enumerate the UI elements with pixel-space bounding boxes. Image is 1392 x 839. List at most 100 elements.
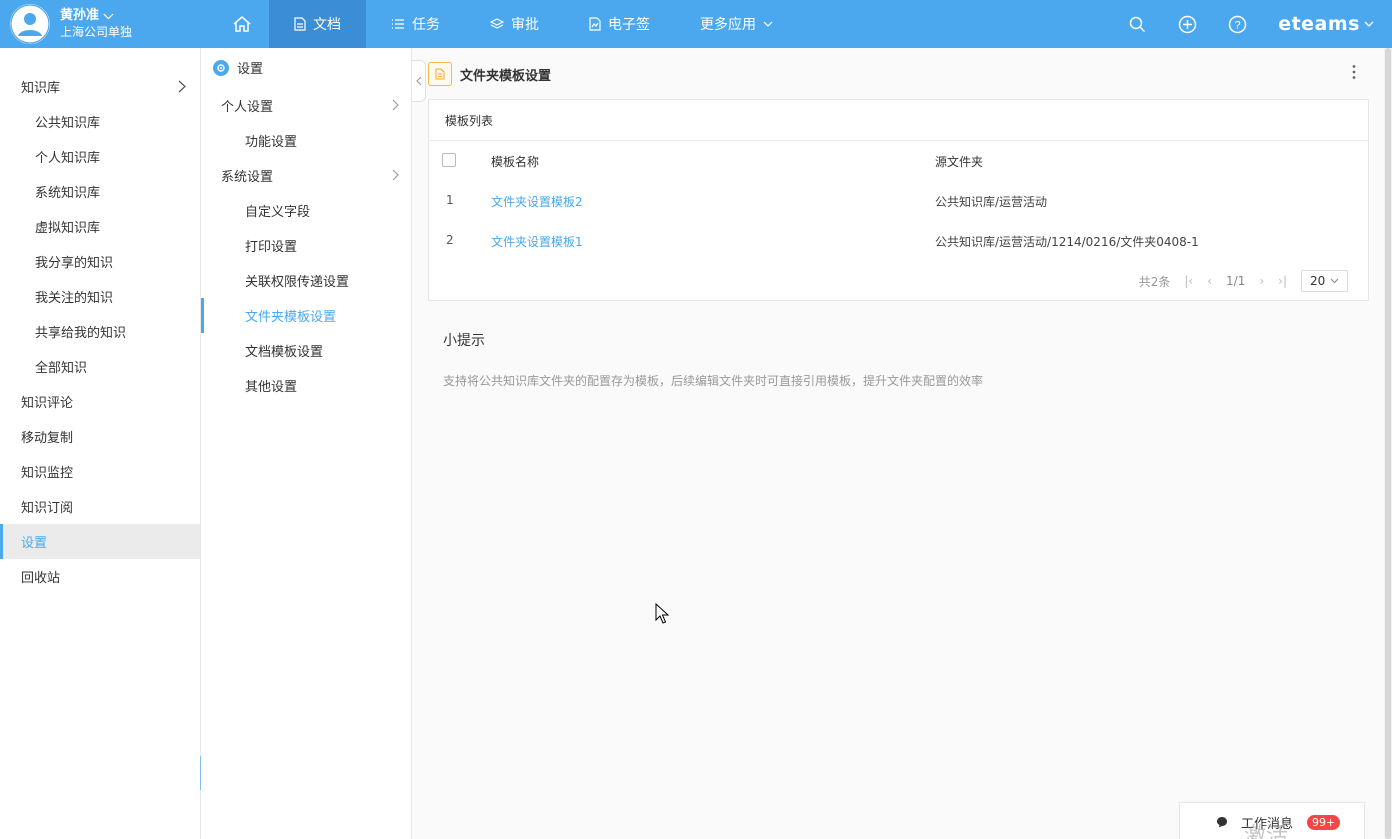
sidebar-item-label: 共享给我的知识	[35, 326, 127, 341]
chevron-right-icon: ›	[1259, 274, 1265, 288]
settings-item-label: 系统设置	[221, 170, 274, 185]
prev-page-button[interactable]: ‹	[1207, 274, 1212, 288]
settings-item-other[interactable]: 其他设置	[201, 368, 411, 403]
settings-collapse-button[interactable]	[412, 60, 426, 102]
brand-menu[interactable]: eteams	[1262, 13, 1392, 35]
mouse-cursor-icon	[655, 603, 669, 624]
sidebar-item-label: 知识评论	[21, 396, 74, 411]
nav-approval-label: 审批	[511, 17, 539, 33]
settings-item-function[interactable]: 功能设置	[201, 123, 411, 158]
add-button[interactable]	[1162, 0, 1212, 48]
sidebar-item-label: 系统知识库	[35, 186, 101, 201]
last-page-button[interactable]: ›|	[1278, 274, 1287, 288]
chevron-down-icon	[1330, 278, 1339, 284]
settings-item-label: 功能设置	[245, 135, 298, 150]
first-page-button[interactable]: |‹	[1184, 274, 1193, 288]
sidebar-item-label: 知识订阅	[21, 501, 74, 516]
settings-item-label: 打印设置	[245, 240, 298, 255]
sidebar-item-settings[interactable]: 设置	[0, 524, 200, 559]
select-all-checkbox[interactable]	[442, 153, 456, 167]
page-size-value: 20	[1310, 274, 1326, 288]
settings-item-label: 其他设置	[245, 380, 298, 395]
sidebar-item-label: 知识库	[21, 81, 61, 96]
sidebar-item-subscribe[interactable]: 知识订阅	[0, 489, 200, 524]
nav-esign[interactable]: 电子签	[564, 0, 675, 48]
user-menu[interactable]: 黄孙准 ⌵ 上海公司单独	[10, 4, 132, 44]
settings-group-personal[interactable]: 个人设置	[201, 88, 411, 123]
next-page-button[interactable]: ›	[1259, 274, 1264, 288]
sidebar-item-move-copy[interactable]: 移动复制	[0, 419, 200, 454]
nav-tasks-label: 任务	[412, 17, 440, 33]
home-icon	[233, 16, 251, 32]
chevron-left-icon	[415, 76, 421, 86]
layers-icon	[490, 18, 504, 29]
avatar[interactable]	[10, 4, 50, 44]
sidebar-item-personal-kb[interactable]: 个人知识库	[0, 139, 200, 174]
sidebar-item-system-kb[interactable]: 系统知识库	[0, 174, 200, 209]
svg-text:?: ?	[1234, 19, 1240, 31]
tips-title: 小提示	[443, 333, 485, 349]
top-bar: 黄孙准 ⌵ 上海公司单独 文档 任务 审批 电子签 更多应用 ? eteams	[0, 0, 1392, 48]
main-nav: 文档 任务 审批 电子签 更多应用	[220, 0, 798, 48]
chevron-right-icon	[392, 169, 399, 181]
sidebar-item-label: 我关注的知识	[35, 291, 114, 306]
settings-item-doc-template[interactable]: 文档模板设置	[201, 333, 411, 368]
pager-total: 共2条	[1138, 274, 1171, 289]
scrollbar[interactable]	[1384, 48, 1392, 839]
sidebar-item-knowledge-base[interactable]: 知识库	[0, 69, 200, 104]
page-indicator: 1/1	[1226, 274, 1246, 288]
sidebar-item-my-followed[interactable]: 我关注的知识	[0, 279, 200, 314]
nav-tasks[interactable]: 任务	[366, 0, 465, 48]
first-page-icon: |‹	[1184, 274, 1194, 288]
nav-more-apps[interactable]: 更多应用	[675, 0, 798, 48]
list-icon	[392, 19, 404, 29]
sidebar-item-label: 回收站	[21, 571, 61, 586]
column-header-source: 源文件夹	[935, 155, 984, 169]
chevron-down-icon	[763, 21, 773, 27]
source-folder: 公共知识库/运营活动	[935, 195, 1048, 209]
row-index: 1	[446, 193, 454, 207]
settings-item-permission-transfer[interactable]: 关联权限传递设置	[201, 263, 411, 298]
settings-item-folder-template[interactable]: 文件夹模板设置	[201, 298, 411, 333]
table-header: 模板名称 源文件夹	[429, 141, 1368, 181]
template-name-link[interactable]: 文件夹设置模板1	[491, 233, 583, 250]
nav-esign-label: 电子签	[608, 17, 650, 33]
sidebar-item-label: 我分享的知识	[35, 256, 114, 271]
help-button[interactable]: ?	[1212, 0, 1262, 48]
chevron-right-icon	[392, 99, 399, 111]
nav-docs[interactable]: 文档	[269, 0, 366, 48]
settings-title: 设置	[237, 62, 264, 77]
template-name-link[interactable]: 文件夹设置模板2	[491, 193, 583, 210]
help-icon: ?	[1228, 15, 1246, 33]
settings-group-system[interactable]: 系统设置	[201, 158, 411, 193]
nav-approval[interactable]: 审批	[465, 0, 564, 48]
settings-item-label: 自定义字段	[245, 205, 311, 220]
sidebar-item-label: 虚拟知识库	[35, 221, 101, 236]
sidebar-item-public-kb[interactable]: 公共知识库	[0, 104, 200, 139]
settings-item-label: 文件夹模板设置	[245, 310, 337, 325]
settings-item-custom-fields[interactable]: 自定义字段	[201, 193, 411, 228]
page-size-select[interactable]: 20	[1301, 270, 1348, 292]
more-vertical-icon	[1352, 65, 1356, 79]
settings-panel: 设置 个人设置 功能设置 系统设置 自定义字段 打印设置 关联权限传递设置 文件…	[201, 48, 412, 839]
more-options-button[interactable]	[1352, 64, 1356, 84]
row-index: 2	[446, 233, 454, 247]
sidebar-item-my-shared[interactable]: 我分享的知识	[0, 244, 200, 279]
folder-template-icon	[428, 62, 452, 86]
sidebar-item-virtual-kb[interactable]: 虚拟知识库	[0, 209, 200, 244]
sidebar-item-monitor[interactable]: 知识监控	[0, 454, 200, 489]
sidebar-item-comments[interactable]: 知识评论	[0, 384, 200, 419]
nav-home[interactable]	[220, 0, 269, 48]
settings-item-print[interactable]: 打印设置	[201, 228, 411, 263]
sidebar-item-all-knowledge[interactable]: 全部知识	[0, 349, 200, 384]
sidebar-item-label: 公共知识库	[35, 116, 101, 131]
sign-icon	[589, 17, 601, 31]
document-icon	[294, 17, 306, 31]
scroll-thumb[interactable]	[1385, 48, 1391, 839]
search-button[interactable]	[1112, 0, 1162, 48]
column-header-name: 模板名称	[491, 155, 540, 169]
sidebar-item-label: 设置	[21, 536, 48, 551]
brand-logo: eteams	[1278, 13, 1360, 35]
sidebar-item-shared-to-me[interactable]: 共享给我的知识	[0, 314, 200, 349]
sidebar-item-recycle-bin[interactable]: 回收站	[0, 559, 200, 594]
